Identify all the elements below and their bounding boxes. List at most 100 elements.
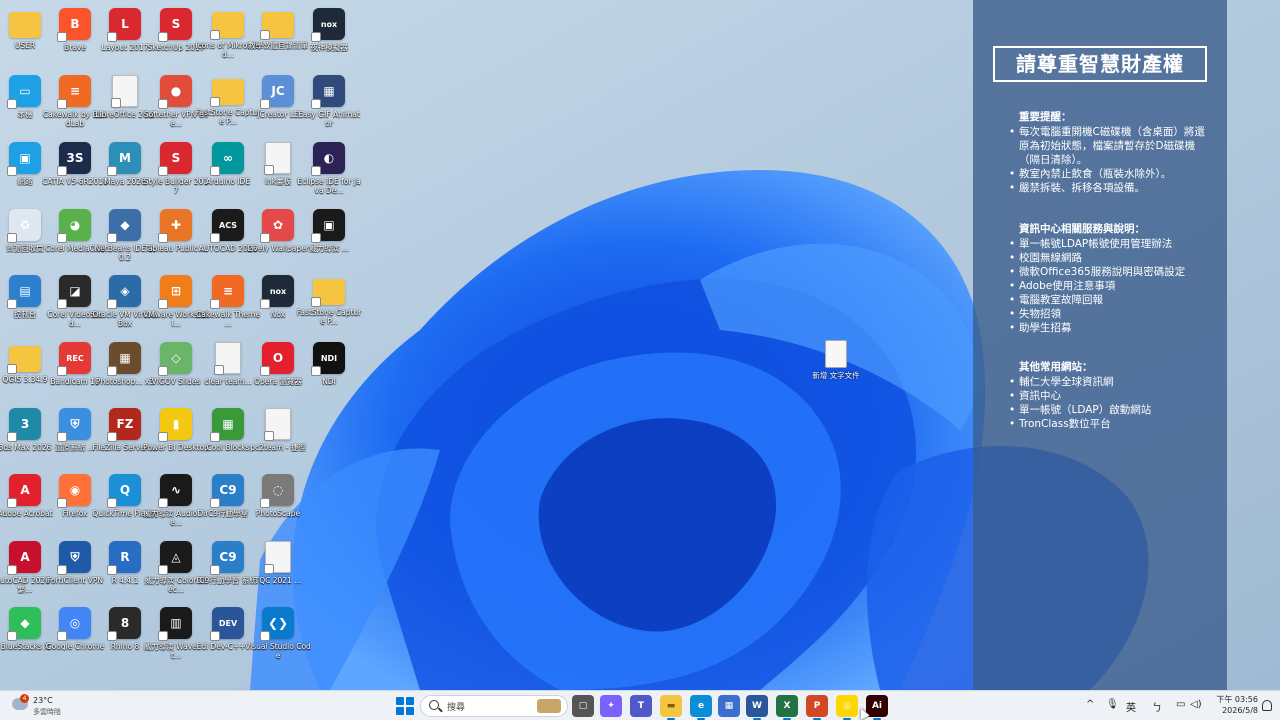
network-icon[interactable]: ▭ bbox=[1176, 699, 1185, 710]
app-icon: ≡ bbox=[57, 75, 91, 109]
service-link[interactable]: Adobe使用注意事項 bbox=[1007, 279, 1209, 293]
taskbar-task-view-button[interactable]: ▢ bbox=[572, 695, 594, 717]
taskbar-search-box[interactable]: 搜尋 bbox=[420, 695, 568, 717]
taskbar-file-explorer-button[interactable]: ▬ bbox=[660, 695, 682, 720]
app-icon: ◕ bbox=[57, 209, 91, 243]
ime-indicator[interactable]: 英 bbox=[1126, 699, 1136, 714]
app-icon: ◌ bbox=[260, 474, 294, 508]
shortcut-arrow-icon bbox=[210, 166, 220, 176]
desktop-icon[interactable]: ◐ Eclipse IDE for Java De... bbox=[296, 138, 362, 204]
notification-bell-icon[interactable] bbox=[1262, 700, 1272, 711]
taskbar-clock[interactable]: 下午 03:56 2026/5/8 bbox=[1208, 694, 1258, 716]
shortcut-arrow-icon bbox=[158, 366, 168, 376]
desktop-icon[interactable]: pc2team - 捷徑 bbox=[245, 404, 311, 470]
app-icon bbox=[111, 75, 138, 108]
app-icon: 8 bbox=[107, 607, 141, 641]
app-icon: NDI bbox=[311, 342, 345, 376]
app-icon bbox=[214, 342, 241, 375]
windows-logo-tile bbox=[406, 697, 414, 705]
shortcut-arrow-icon bbox=[7, 99, 17, 109]
taskbar-teams-button[interactable]: T bbox=[630, 695, 652, 717]
app-icon: L bbox=[107, 8, 141, 42]
app-icon: S bbox=[158, 8, 192, 42]
taskbar-word-button[interactable]: W bbox=[746, 695, 768, 720]
shortcut-arrow-icon bbox=[57, 432, 67, 442]
service-link[interactable]: 失物招領 bbox=[1007, 307, 1209, 321]
taskbar-powerpoint-button[interactable]: P bbox=[806, 695, 828, 720]
app-icon: ▮ bbox=[158, 408, 192, 442]
shortcut-arrow-icon bbox=[7, 565, 17, 575]
shortcut-arrow-icon bbox=[107, 233, 117, 243]
search-highlight-image bbox=[537, 699, 561, 713]
taskbar-copilot-button[interactable]: ✦ bbox=[600, 695, 622, 717]
app-icon: C9 bbox=[210, 474, 244, 508]
taskbar-microsoft-store-button[interactable]: ▦ bbox=[718, 695, 740, 717]
shortcut-arrow-icon bbox=[210, 233, 220, 243]
website-link[interactable]: 單一帳號（LDAP）啟動網站 bbox=[1007, 403, 1209, 417]
app-icon: C9 bbox=[210, 541, 244, 575]
shortcut-arrow-icon bbox=[210, 97, 220, 107]
show-hidden-icons-chevron[interactable]: ^ bbox=[1086, 699, 1094, 710]
shortcut-arrow-icon bbox=[210, 631, 220, 641]
service-link[interactable]: 微軟Office365服務說明與密碼設定 bbox=[1007, 265, 1209, 279]
app-icon: ▭ bbox=[7, 75, 41, 109]
desktop-icon[interactable]: TQC 2021 ... bbox=[245, 537, 311, 603]
shortcut-arrow-icon bbox=[210, 565, 220, 575]
desktop-icon[interactable]: ▣ 威力導演 ... bbox=[296, 205, 362, 271]
service-link[interactable]: 校園無線網路 bbox=[1007, 251, 1209, 265]
shortcut-arrow-icon bbox=[57, 233, 67, 243]
app-icon: S bbox=[158, 142, 192, 176]
shortcut-arrow-icon bbox=[57, 99, 67, 109]
volume-icon[interactable]: ◁) bbox=[1190, 699, 1202, 710]
desktop-icon[interactable]: ◌ PhotoScape bbox=[245, 470, 311, 536]
service-link[interactable]: 電腦教室故障回報 bbox=[1007, 293, 1209, 307]
app-icon: ∞ bbox=[210, 142, 244, 176]
service-link[interactable]: 單一帳號LDAP帳號使用管理辦法 bbox=[1007, 237, 1209, 251]
desktop-icon[interactable]: nox 夜神模擬器 bbox=[296, 4, 362, 70]
new-text-file-icon[interactable]: 新增 文字文件 bbox=[808, 340, 864, 380]
taskbar-chrome-button[interactable]: ◎ bbox=[836, 695, 858, 720]
shortcut-arrow-icon bbox=[7, 166, 17, 176]
app-icon: FZ bbox=[107, 408, 141, 442]
shortcut-arrow-icon bbox=[210, 30, 220, 40]
shortcut-arrow-icon bbox=[57, 32, 67, 42]
desktop-icon-label: TQC 2021 ... bbox=[254, 576, 302, 585]
app-icon bbox=[9, 12, 41, 38]
microphone-icon[interactable]: 🎙 bbox=[1106, 699, 1119, 710]
website-link[interactable]: 輔仁大學全球資訊網 bbox=[1007, 375, 1209, 389]
app-icon: ◐ bbox=[311, 142, 345, 176]
taskbar-excel-button[interactable]: X bbox=[776, 695, 798, 720]
desktop-icon-grid: USER B Brave L Layout 2017 S SketchUp 2017 Icon… bbox=[0, 0, 362, 690]
app-icon: nox bbox=[311, 8, 345, 42]
website-link[interactable]: TronClass數位平台 bbox=[1007, 417, 1209, 431]
shortcut-arrow-icon bbox=[260, 631, 270, 641]
shortcut-arrow-icon bbox=[7, 299, 17, 309]
ime-mode-icon[interactable]: ㄅ bbox=[1152, 699, 1162, 714]
app-icon: ▦ bbox=[210, 408, 244, 442]
taskbar-edge-button[interactable]: e bbox=[690, 695, 712, 720]
search-label: 搜尋 bbox=[447, 703, 466, 713]
weather-widget[interactable]: 4 23°C 多雲時陰 bbox=[10, 694, 80, 718]
shortcut-arrow-icon bbox=[158, 233, 168, 243]
shortcut-arrow-icon bbox=[264, 564, 274, 574]
shortcut-arrow-icon bbox=[158, 631, 168, 641]
shortcut-arrow-icon bbox=[214, 365, 224, 375]
desktop-icon-label: FastStone Capture P... bbox=[296, 308, 362, 326]
app-icon: ◬ bbox=[158, 541, 192, 575]
shortcut-arrow-icon bbox=[107, 166, 117, 176]
app-icon: O bbox=[260, 342, 294, 376]
app-icon: ▣ bbox=[311, 209, 345, 243]
desktop-icon[interactable]: NDI NDI bbox=[296, 338, 362, 404]
text-file-icon bbox=[825, 340, 847, 368]
service-link[interactable]: 助學生招募 bbox=[1007, 321, 1209, 335]
website-link[interactable]: 資訊中心 bbox=[1007, 389, 1209, 403]
desktop-icon-label: 威力導演 ... bbox=[309, 244, 349, 253]
shortcut-arrow-icon bbox=[260, 299, 270, 309]
app-icon: 3S bbox=[57, 142, 91, 176]
app-icon: ◆ bbox=[107, 209, 141, 243]
desktop-icon[interactable]: ▦ Easy GIF Animator bbox=[296, 71, 362, 137]
start-button[interactable] bbox=[396, 697, 414, 715]
shortcut-arrow-icon bbox=[158, 565, 168, 575]
desktop-icon[interactable]: ❮❯ Visual Studio Code bbox=[245, 603, 311, 669]
desktop-icon[interactable]: FastStone Capture P... bbox=[296, 271, 362, 337]
